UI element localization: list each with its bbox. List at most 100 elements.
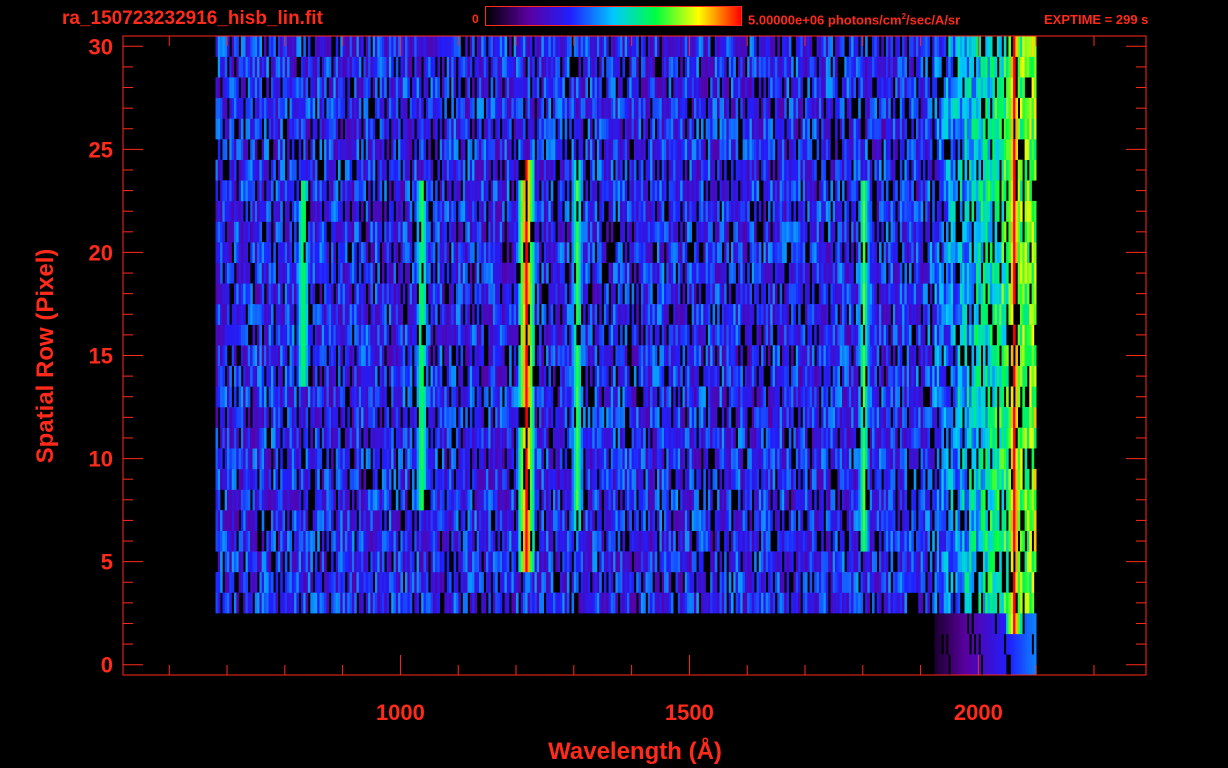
heatmap-cell bbox=[966, 654, 970, 676]
heatmap-cell bbox=[983, 654, 986, 676]
heatmap-cell bbox=[654, 407, 658, 428]
heatmap-cell bbox=[523, 571, 526, 593]
heatmap-cell bbox=[744, 489, 748, 511]
heatmap-cell bbox=[659, 345, 662, 367]
heatmap-cell bbox=[747, 304, 750, 325]
heatmap-cell bbox=[504, 304, 508, 325]
heatmap-cell bbox=[1029, 530, 1032, 552]
heatmap-cell bbox=[377, 592, 380, 614]
heatmap-cell bbox=[358, 345, 362, 367]
heatmap-cell bbox=[992, 345, 995, 367]
heatmap-cell bbox=[761, 407, 764, 428]
heatmap-cell bbox=[467, 304, 471, 325]
heatmap-cell bbox=[950, 427, 954, 449]
heatmap-cell bbox=[992, 468, 995, 490]
heatmap-cell bbox=[596, 571, 600, 593]
heatmap-cell bbox=[876, 489, 880, 511]
heatmap-cell bbox=[883, 551, 887, 573]
heatmap-cell bbox=[414, 592, 417, 614]
heatmap-cell bbox=[675, 571, 679, 593]
heatmap-cell bbox=[996, 654, 1000, 676]
heatmap-cell bbox=[432, 489, 436, 511]
heatmap-cell bbox=[587, 427, 591, 449]
heatmap-cell bbox=[319, 407, 323, 428]
heatmap-cell bbox=[481, 324, 484, 346]
heatmap-cell bbox=[994, 407, 998, 428]
heatmap-cell bbox=[252, 345, 256, 367]
heatmap-cell bbox=[798, 304, 801, 325]
heatmap-cell bbox=[338, 592, 341, 614]
heatmap-cell bbox=[483, 510, 487, 531]
heatmap-cell bbox=[742, 571, 746, 593]
heatmap-cell bbox=[885, 530, 889, 552]
heatmap-cell bbox=[340, 262, 343, 284]
heatmap-cell bbox=[909, 345, 912, 367]
heatmap-cell bbox=[437, 571, 440, 593]
heatmap-cell bbox=[520, 283, 524, 305]
heatmap-cell bbox=[633, 468, 637, 490]
heatmap-cell bbox=[772, 592, 776, 614]
heatmap-cell bbox=[830, 345, 833, 367]
heatmap-cell bbox=[296, 530, 299, 552]
heatmap-cell bbox=[647, 571, 651, 593]
heatmap-cell bbox=[657, 427, 660, 449]
heatmap-cell bbox=[610, 448, 614, 470]
heatmap-cell bbox=[862, 427, 866, 449]
heatmap-cell bbox=[340, 530, 343, 552]
heatmap-cell bbox=[594, 386, 598, 408]
heatmap-cell bbox=[976, 365, 979, 387]
heatmap-cell bbox=[432, 551, 436, 573]
heatmap-cell bbox=[666, 262, 669, 284]
heatmap-cell bbox=[287, 324, 290, 346]
heatmap-cell bbox=[245, 468, 249, 490]
heatmap-cell bbox=[266, 468, 269, 490]
heatmap-cell bbox=[613, 489, 616, 511]
heatmap-cell bbox=[564, 530, 568, 552]
heatmap-cell bbox=[888, 304, 891, 325]
heatmap-cell bbox=[291, 468, 295, 490]
heatmap-cell bbox=[897, 510, 901, 531]
heatmap-cell bbox=[520, 468, 524, 490]
heatmap-cell bbox=[922, 283, 926, 305]
heatmap-cell bbox=[280, 283, 283, 305]
heatmap-cell bbox=[835, 345, 838, 367]
heatmap-cell bbox=[892, 427, 896, 449]
heatmap-cell bbox=[301, 365, 304, 387]
heatmap-cell bbox=[220, 283, 223, 305]
heatmap-cell bbox=[506, 489, 510, 511]
heatmap-cell bbox=[379, 530, 383, 552]
heatmap-cell bbox=[391, 407, 394, 428]
heatmap-cell bbox=[502, 489, 505, 511]
heatmap-cell bbox=[361, 489, 364, 511]
heatmap-cell bbox=[234, 324, 237, 346]
heatmap-cell bbox=[844, 592, 847, 614]
heatmap-cell bbox=[724, 448, 727, 470]
heatmap-cell bbox=[976, 304, 979, 325]
heatmap-cell bbox=[324, 386, 327, 408]
heatmap-cell bbox=[1006, 407, 1009, 428]
heatmap-cell bbox=[763, 283, 766, 305]
heatmap-cell bbox=[425, 386, 429, 408]
heatmap-cell bbox=[569, 304, 572, 325]
heatmap-cell bbox=[756, 324, 760, 346]
heatmap-cell bbox=[756, 427, 760, 449]
heatmap-cell bbox=[349, 530, 353, 552]
heatmap-cell bbox=[328, 489, 332, 511]
heatmap-cell bbox=[483, 530, 487, 552]
heatmap-cell bbox=[356, 468, 360, 490]
heatmap-cell bbox=[317, 304, 320, 325]
heatmap-cell bbox=[326, 407, 329, 428]
heatmap-cell bbox=[446, 386, 450, 408]
heatmap-cell bbox=[1013, 633, 1016, 655]
heatmap-cell bbox=[802, 427, 806, 449]
heatmap-cell bbox=[613, 386, 616, 408]
heatmap-cell bbox=[224, 304, 228, 325]
heatmap-cell bbox=[289, 427, 293, 449]
heatmap-cell bbox=[238, 571, 242, 593]
heatmap-cell bbox=[400, 427, 403, 449]
heatmap-cell bbox=[964, 448, 968, 470]
heatmap-cell bbox=[261, 530, 265, 552]
heatmap-cell bbox=[664, 427, 667, 449]
heatmap-cell bbox=[976, 386, 979, 408]
heatmap-cell bbox=[578, 386, 581, 408]
